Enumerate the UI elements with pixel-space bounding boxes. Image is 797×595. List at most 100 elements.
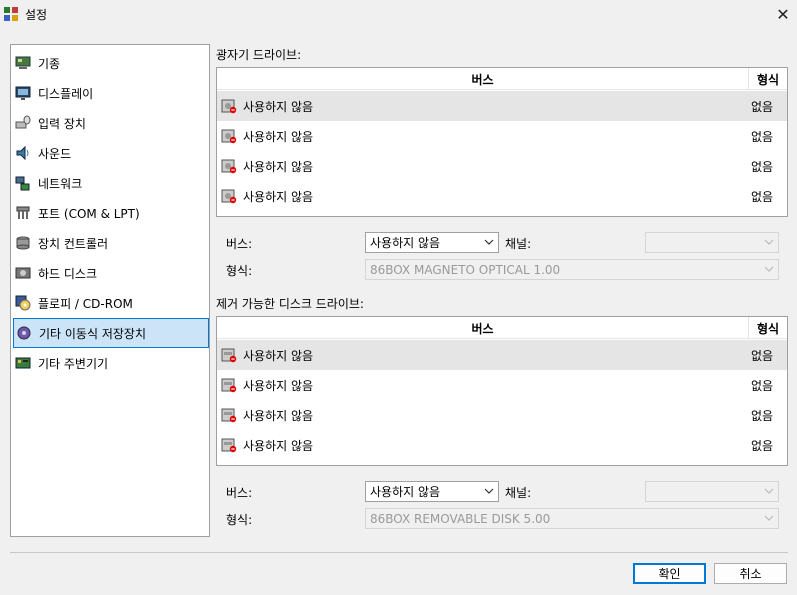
row-type-value: 없음 xyxy=(751,99,774,114)
peripherals-icon xyxy=(15,357,31,369)
chevron-down-icon xyxy=(764,266,774,272)
chevron-down-icon xyxy=(764,488,774,494)
storage-controllers-icon xyxy=(16,236,30,250)
sidebar-item-ports[interactable]: 포트 (COM & LPT) xyxy=(13,198,209,228)
removable-drive-row-4[interactable]: 사용하지 않음 없음 xyxy=(217,430,787,460)
row-bus-value: 사용하지 않음 xyxy=(243,408,314,423)
row-type-value: 없음 xyxy=(751,189,774,204)
column-header-type[interactable]: 형식 xyxy=(749,68,787,90)
sidebar-item-hard-disk[interactable]: 하드 디스크 xyxy=(13,258,209,288)
mo-channel-select[interactable] xyxy=(645,232,779,253)
mo-drive-disabled-icon xyxy=(221,159,237,174)
sidebar-item-floppy-cdrom[interactable]: 플로피 / CD-ROM xyxy=(13,288,209,318)
row-type-value: 없음 xyxy=(751,408,774,423)
sidebar-item-removable-storage[interactable]: 기타 이동식 저장장치 xyxy=(13,318,209,348)
removable-drive-disabled-icon xyxy=(221,378,237,393)
mo-channel-label: 채널: xyxy=(505,237,532,251)
sound-icon xyxy=(16,145,29,161)
row-type-value: 없음 xyxy=(751,438,774,453)
window-title: 설정 xyxy=(25,8,48,22)
mo-bus-label: 버스: xyxy=(226,237,253,251)
mo-drive-row-3[interactable]: 사용하지 않음 없음 xyxy=(217,151,787,181)
sidebar-item-label: 하드 디스크 xyxy=(38,266,98,281)
title-bar: 설정 ✕ xyxy=(0,0,797,28)
machine-icon xyxy=(15,56,31,69)
sidebar-item-storage-controllers[interactable]: 장치 컨트롤러 xyxy=(13,228,209,258)
removable-type-label: 형식: xyxy=(226,513,253,527)
sidebar-item-label: 기종 xyxy=(38,56,61,71)
row-bus-value: 사용하지 않음 xyxy=(243,378,314,393)
row-bus-value: 사용하지 않음 xyxy=(243,99,314,114)
mo-drive-row-1[interactable]: 사용하지 않음 없음 xyxy=(217,91,787,121)
removable-drive-disabled-icon xyxy=(221,348,237,363)
removable-drives-list[interactable]: 버스 형식 사용하지 않음 없음 사용하지 않음 없음 사용하지 않음 없음 사… xyxy=(216,316,788,466)
chevron-down-icon xyxy=(764,515,774,521)
sidebar-item-machine[interactable]: 기종 xyxy=(13,48,209,78)
close-button[interactable]: ✕ xyxy=(769,0,797,28)
removable-bus-label: 버스: xyxy=(226,486,253,500)
removable-channel-select[interactable] xyxy=(645,481,779,502)
hard-disk-icon xyxy=(15,267,31,279)
input-devices-icon xyxy=(15,115,31,129)
removable-bus-select[interactable]: 사용하지 않음 xyxy=(365,481,499,502)
mo-drives-group-title: 광자기 드라이브: xyxy=(216,48,302,62)
mo-type-select[interactable]: 86BOX MAGNETO OPTICAL 1.00 xyxy=(365,259,779,280)
mo-bus-select[interactable]: 사용하지 않음 xyxy=(365,232,499,253)
sidebar-item-label: 입력 장치 xyxy=(38,116,86,131)
removable-bus-select-value: 사용하지 않음 xyxy=(370,485,441,499)
sidebar-item-display[interactable]: 디스플레이 xyxy=(13,78,209,108)
sidebar-item-label: 네트워크 xyxy=(38,176,83,191)
network-icon xyxy=(15,176,30,191)
floppy-cdrom-icon xyxy=(15,295,31,311)
removable-list-header: 버스 형식 xyxy=(217,317,787,339)
removable-drive-row-3[interactable]: 사용하지 않음 없음 xyxy=(217,400,787,430)
removable-storage-icon xyxy=(17,326,31,340)
row-type-value: 없음 xyxy=(751,378,774,393)
column-header-bus[interactable]: 버스 xyxy=(217,317,749,339)
sidebar-item-peripherals[interactable]: 기타 주변기기 xyxy=(13,348,209,378)
sidebar-item-label: 사운드 xyxy=(38,146,72,161)
row-type-value: 없음 xyxy=(751,348,774,363)
removable-type-select-value: 86BOX REMOVABLE DISK 5.00 xyxy=(370,511,551,526)
removable-type-select[interactable]: 86BOX REMOVABLE DISK 5.00 xyxy=(365,508,779,529)
mo-drive-disabled-icon xyxy=(221,189,237,204)
row-bus-value: 사용하지 않음 xyxy=(243,348,314,363)
removable-drive-row-1[interactable]: 사용하지 않음 없음 xyxy=(217,340,787,370)
row-bus-value: 사용하지 않음 xyxy=(243,129,314,144)
removable-drive-disabled-icon xyxy=(221,438,237,453)
sidebar-item-label: 플로피 / CD-ROM xyxy=(38,296,133,311)
row-type-value: 없음 xyxy=(751,129,774,144)
removable-drives-group-title: 제거 가능한 디스크 드라이브: xyxy=(216,297,364,311)
column-header-type[interactable]: 형식 xyxy=(749,317,787,339)
sidebar-item-label: 장치 컨트롤러 xyxy=(38,236,109,251)
row-bus-value: 사용하지 않음 xyxy=(243,189,314,204)
column-header-bus[interactable]: 버스 xyxy=(217,68,749,90)
mo-type-label: 형식: xyxy=(226,264,253,278)
sidebar-item-label: 포트 (COM & LPT) xyxy=(38,206,140,221)
removable-channel-label: 채널: xyxy=(505,486,532,500)
ports-icon xyxy=(16,206,30,219)
removable-drive-row-2[interactable]: 사용하지 않음 없음 xyxy=(217,370,787,400)
sidebar-item-sound[interactable]: 사운드 xyxy=(13,138,209,168)
chevron-down-icon xyxy=(764,239,774,245)
ok-button[interactable]: 확인 xyxy=(633,563,706,584)
sidebar-item-network[interactable]: 네트워크 xyxy=(13,168,209,198)
cancel-button[interactable]: 취소 xyxy=(714,563,787,584)
chevron-down-icon xyxy=(484,239,494,245)
mo-drive-disabled-icon xyxy=(221,129,237,144)
sidebar-item-input-devices[interactable]: 입력 장치 xyxy=(13,108,209,138)
close-icon: ✕ xyxy=(776,4,790,24)
footer-separator xyxy=(10,552,788,553)
sidebar-item-label: 디스플레이 xyxy=(38,86,94,101)
mo-list-header: 버스 형식 xyxy=(217,68,787,90)
mo-drive-disabled-icon xyxy=(221,99,237,114)
mo-drive-row-2[interactable]: 사용하지 않음 없음 xyxy=(217,121,787,151)
mo-drive-row-4[interactable]: 사용하지 않음 없음 xyxy=(217,181,787,211)
sidebar-item-label: 기타 주변기기 xyxy=(38,356,109,371)
row-bus-value: 사용하지 않음 xyxy=(243,159,314,174)
chevron-down-icon xyxy=(484,488,494,494)
mo-drives-list[interactable]: 버스 형식 사용하지 않음 없음 사용하지 않음 없음 사용하지 않음 없음 사… xyxy=(216,67,788,217)
display-icon xyxy=(15,86,31,100)
settings-category-list[interactable]: 기종 디스플레이 입력 장치 사운드 네트워크 포트 (COM & LPT) 장… xyxy=(10,44,210,537)
mo-bus-select-value: 사용하지 않음 xyxy=(370,236,441,250)
